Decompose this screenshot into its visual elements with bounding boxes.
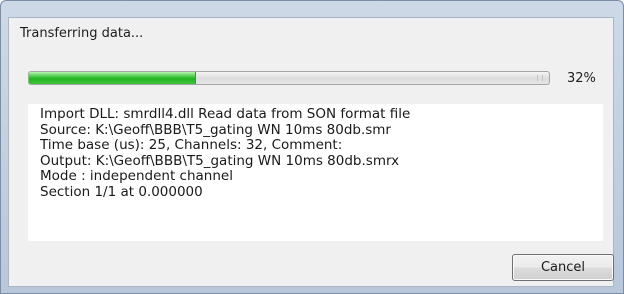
log-output: Import DLL: smrdll4.dll Read data from S… xyxy=(28,104,603,241)
progress-bar-fill xyxy=(29,72,197,84)
window-frame-top[interactable] xyxy=(1,1,623,17)
log-line: Time base (us): 25, Channels: 32, Commen… xyxy=(40,137,343,154)
log-line: Import DLL: smrdll4.dll Read data from S… xyxy=(40,106,411,122)
log-line: Mode : independent channel xyxy=(40,168,233,185)
progress-percent-label: 32% xyxy=(567,71,596,86)
cancel-button[interactable]: Cancel xyxy=(512,254,614,281)
log-line: Section 1/1 at 0.000000 xyxy=(40,183,203,200)
progress-bar xyxy=(28,71,550,85)
log-line: Output: K:\Geoff\BBB\T5_gating WN 10ms 8… xyxy=(40,152,400,169)
status-label: Transferring data... xyxy=(20,26,144,41)
progress-bar-grip xyxy=(537,75,543,81)
dialog-window: Transferring data... 32% Import DLL: smr… xyxy=(0,0,624,294)
log-line: Source: K:\Geoff\BBB\T5_gating WN 10ms 8… xyxy=(40,121,391,138)
